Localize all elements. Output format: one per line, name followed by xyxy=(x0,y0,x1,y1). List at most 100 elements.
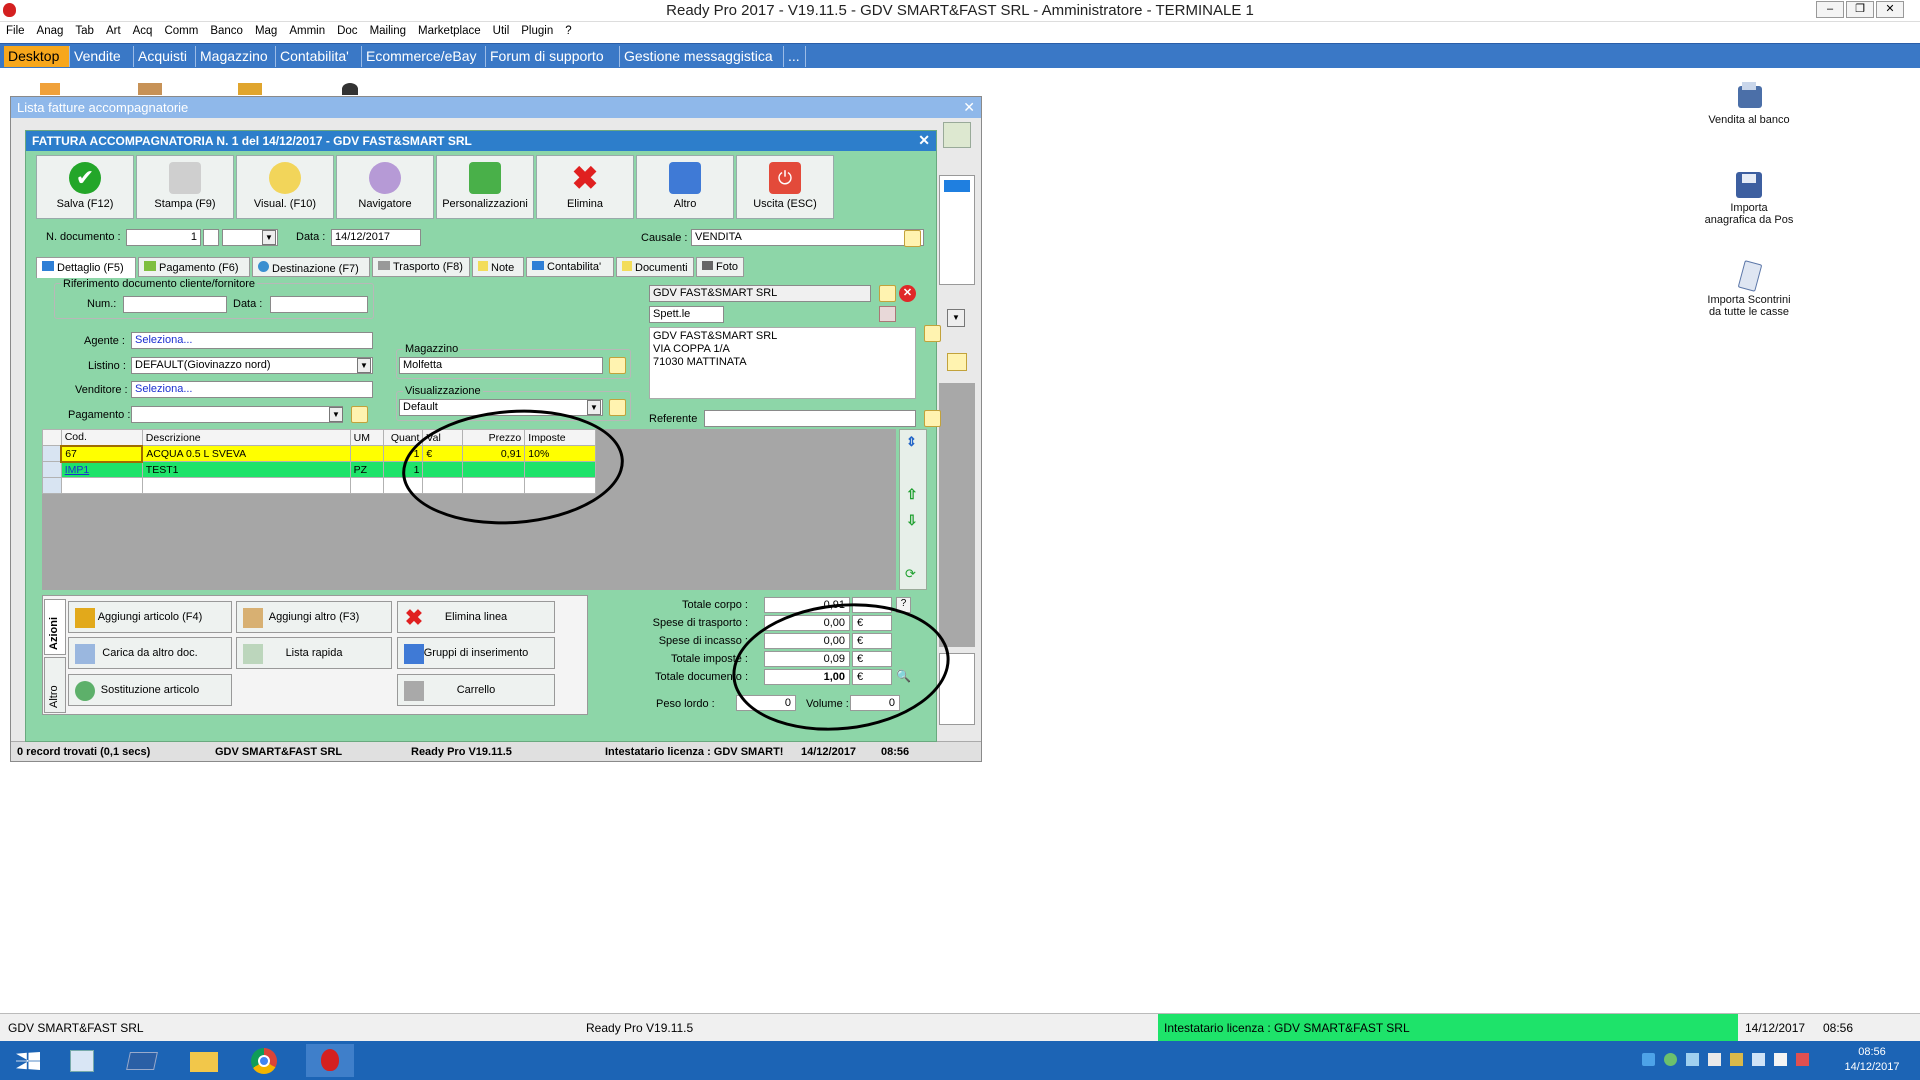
tab-vendite[interactable]: Vendite xyxy=(70,46,134,67)
menu-doc[interactable]: Doc xyxy=(331,22,363,37)
folder-icon[interactable] xyxy=(609,357,626,374)
menu-acq[interactable]: Acq xyxy=(127,22,159,37)
col-descrizione[interactable]: Descrizione xyxy=(141,429,351,446)
visual-button[interactable]: Visual. (F10) xyxy=(236,155,334,219)
agente-input[interactable]: Seleziona... xyxy=(131,332,373,349)
menu-plugin[interactable]: Plugin xyxy=(515,22,559,37)
tab-messaggistica[interactable]: Gestione messaggistica xyxy=(620,46,784,67)
tray-network-icon[interactable] xyxy=(1686,1053,1699,1066)
arrow-down-icon[interactable]: ⇩ xyxy=(906,512,920,528)
listino-select[interactable]: DEFAULT(Giovinazzo nord) xyxy=(131,357,373,374)
tray-monitor-icon[interactable] xyxy=(1752,1053,1765,1066)
folder-icon[interactable] xyxy=(879,285,896,302)
chevron-down-icon[interactable]: ▼ xyxy=(357,358,371,373)
windows-start-icon[interactable] xyxy=(4,1044,52,1077)
folder-icon[interactable] xyxy=(351,406,368,423)
tab-desktop[interactable]: Desktop xyxy=(4,46,70,67)
rif-data-input[interactable] xyxy=(270,296,368,313)
tab-forum[interactable]: Forum di supporto xyxy=(486,46,620,67)
tray-flag-icon[interactable] xyxy=(1774,1053,1787,1066)
aggiungi-altro-button[interactable]: Aggiungi altro (F3) xyxy=(236,601,392,633)
navigatore-button[interactable]: Navigatore xyxy=(336,155,434,219)
tray-volume-icon[interactable] xyxy=(1796,1053,1809,1066)
arrow-up-icon[interactable]: ⇧ xyxy=(906,486,920,502)
tab-acquisti[interactable]: Acquisti xyxy=(134,46,196,67)
menu-ammin[interactable]: Ammin xyxy=(283,22,331,37)
magazzino-input[interactable]: Molfetta xyxy=(399,357,603,374)
tab-note[interactable]: Note xyxy=(472,257,524,277)
tab-contabilita[interactable]: Contabilita' xyxy=(526,257,614,277)
col-cod[interactable]: Cod. xyxy=(60,429,143,446)
close-icon[interactable]: ✕ xyxy=(918,132,930,149)
elimina-linea-button[interactable]: ✖ Elimina linea xyxy=(397,601,555,633)
tab-contabilita[interactable]: Contabilita' xyxy=(276,46,362,67)
tray-sync-icon[interactable] xyxy=(1664,1053,1677,1066)
aggiungi-articolo-button[interactable]: Aggiungi articolo (F4) xyxy=(68,601,232,633)
desktop-shortcut-icon[interactable] xyxy=(138,83,162,95)
desktop-icon-vendita-banco[interactable]: Vendita al banco xyxy=(1694,80,1804,126)
menu-banco[interactable]: Banco xyxy=(204,22,249,37)
close-icon[interactable]: ✕ xyxy=(963,99,975,116)
menu-anag[interactable]: Anag xyxy=(31,22,70,37)
data-input[interactable]: 14/12/2017 xyxy=(331,229,421,246)
close-button[interactable]: ✕ xyxy=(1876,1,1904,18)
menu-marketplace[interactable]: Marketplace xyxy=(412,22,487,37)
menu-help[interactable]: ? xyxy=(559,22,577,37)
tab-more[interactable]: ... xyxy=(784,46,806,67)
chevron-down-icon[interactable]: ▼ xyxy=(329,407,343,422)
referente-input[interactable] xyxy=(704,410,916,427)
powershell-icon[interactable] xyxy=(118,1044,166,1077)
clock[interactable]: 08:56 14/12/2017 xyxy=(1832,1045,1912,1075)
sostituzione-articolo-button[interactable]: Sostituzione articolo xyxy=(68,674,232,706)
tab-dettaglio[interactable]: Dettaglio (F5) xyxy=(36,257,136,278)
tab-documenti[interactable]: Documenti xyxy=(616,257,694,277)
rif-num-input[interactable] xyxy=(123,296,227,313)
lista-rapida-button[interactable]: Lista rapida xyxy=(236,637,392,669)
remove-icon[interactable]: ✕ xyxy=(899,285,916,302)
folder-icon[interactable] xyxy=(904,230,921,247)
list-panel[interactable] xyxy=(939,175,975,285)
menu-mag[interactable]: Mag xyxy=(249,22,283,37)
menu-tab[interactable]: Tab xyxy=(69,22,100,37)
refresh-icon[interactable]: ⟳ xyxy=(905,566,921,582)
ready-pro-taskbar-icon[interactable] xyxy=(306,1044,354,1077)
chrome-icon[interactable] xyxy=(240,1044,288,1077)
tray-skype-icon[interactable] xyxy=(1642,1053,1655,1066)
ndoc-suffix-input[interactable] xyxy=(203,229,219,246)
tray-people-icon[interactable] xyxy=(1730,1053,1743,1066)
tab-ecommerce[interactable]: Ecommerce/eBay xyxy=(362,46,486,67)
salva-button[interactable]: ✔ Salva (F12) xyxy=(36,155,134,219)
causale-input[interactable]: VENDITA xyxy=(691,229,924,246)
col-um[interactable]: UM xyxy=(349,429,384,446)
cliente-input[interactable]: GDV FAST&SMART SRL xyxy=(649,285,871,302)
tab-trasporto[interactable]: Trasporto (F8) xyxy=(372,257,470,277)
desktop-icon-importa-anagrafica[interactable]: Importa anagrafica da Pos xyxy=(1694,168,1804,226)
tab-pagamento[interactable]: Pagamento (F6) xyxy=(138,257,250,277)
venditore-input[interactable]: Seleziona... xyxy=(131,381,373,398)
stamp-icon[interactable] xyxy=(879,306,896,322)
gruppi-inserimento-button[interactable]: Gruppi di inserimento xyxy=(397,637,555,669)
file-explorer-icon[interactable] xyxy=(180,1044,228,1077)
folder-icon[interactable] xyxy=(924,325,941,342)
side-tab-azioni[interactable]: Azioni xyxy=(44,599,66,655)
ndoc-input[interactable]: 1 xyxy=(126,229,201,246)
folder-icon[interactable] xyxy=(924,410,941,427)
server-manager-icon[interactable] xyxy=(58,1044,106,1077)
address-box[interactable]: GDV FAST&SMART SRL VIA COPPA 1/A 71030 M… xyxy=(649,327,916,399)
restore-button[interactable]: ❐ xyxy=(1846,1,1874,18)
side-tab-altro[interactable]: Altro xyxy=(44,657,66,713)
pagamento-select[interactable] xyxy=(131,406,343,423)
move-updown-icon[interactable]: ⇕ xyxy=(906,434,920,449)
folder-icon[interactable] xyxy=(947,353,967,371)
menu-mailing[interactable]: Mailing xyxy=(364,22,412,37)
menu-comm[interactable]: Comm xyxy=(158,22,204,37)
spett-input[interactable]: Spett.le xyxy=(649,306,724,323)
desktop-icon-importa-scontrini[interactable]: Importa Scontrini da tutte le casse xyxy=(1694,260,1804,318)
carrello-button[interactable]: Carrello xyxy=(397,674,555,706)
tab-destinazione[interactable]: Destinazione (F7) xyxy=(252,257,370,277)
uscita-button[interactable]: ⏻ Uscita (ESC) xyxy=(736,155,834,219)
elimina-button[interactable]: ✖ Elimina xyxy=(536,155,634,219)
menu-file[interactable]: File xyxy=(0,22,31,37)
folder-icon[interactable] xyxy=(609,399,626,416)
menu-util[interactable]: Util xyxy=(487,22,516,37)
